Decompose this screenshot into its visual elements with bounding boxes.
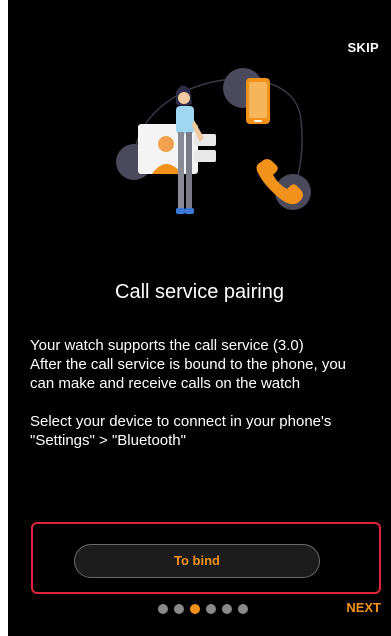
description-line: can make and receive calls on the watch	[30, 375, 301, 392]
smartphone-icon	[246, 78, 270, 124]
person-icon	[176, 85, 204, 214]
bluetooth-instruction: Select your device to connect in your ph…	[30, 412, 381, 450]
instruction-line: Select your device to connect in your ph…	[30, 413, 332, 430]
page-dot	[173, 604, 184, 614]
call-pairing-illustration	[116, 68, 311, 214]
skip-button[interactable]: SKIP	[347, 40, 379, 55]
instruction-line: "Settings" > "Bluetooth"	[30, 432, 186, 449]
page-indicator	[8, 604, 391, 614]
service-description: Your watch supports the call service (3.…	[30, 336, 381, 393]
page-dot	[157, 604, 168, 614]
page-dot	[205, 604, 216, 614]
page-dot	[221, 604, 232, 614]
page-dot-active	[189, 604, 200, 614]
bind-button[interactable]: To bind	[74, 544, 320, 578]
description-line: Your watch supports the call service (3.…	[30, 337, 304, 354]
description-line: After the call service is bound to the p…	[30, 356, 347, 373]
page-title: Call service pairing	[115, 281, 284, 303]
page-dot	[237, 604, 248, 614]
